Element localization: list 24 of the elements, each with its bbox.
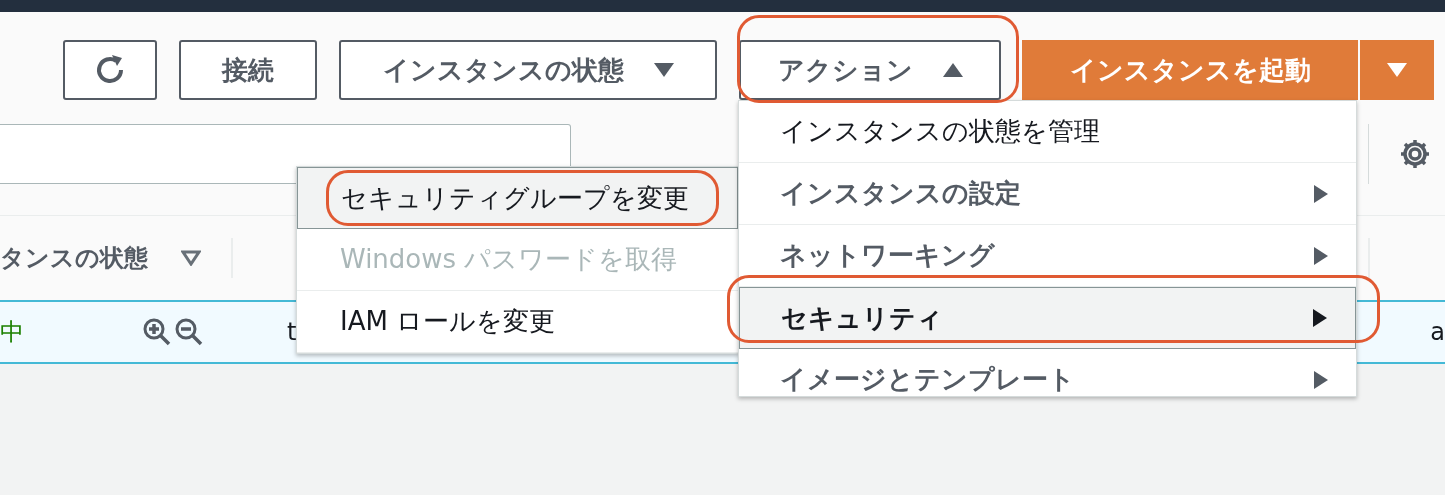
- caret-icon: [1314, 184, 1328, 203]
- caret-icon: [1387, 63, 1407, 77]
- connect-button[interactable]: 接続: [179, 40, 317, 100]
- table-cell: t: [287, 318, 297, 346]
- caret-icon: [1314, 246, 1328, 265]
- table-cell: a: [1430, 318, 1445, 346]
- caret-icon: [942, 63, 963, 77]
- caret-icon: [1313, 309, 1327, 327]
- status-text: 中: [0, 317, 24, 348]
- zoom-out-icon: [174, 317, 204, 347]
- menu-item[interactable]: インスタンスの設定: [739, 163, 1356, 225]
- menu-item[interactable]: インスタンスの状態を管理: [739, 101, 1356, 163]
- menu-item[interactable]: セキュリティ: [739, 287, 1356, 349]
- caret-icon: [653, 63, 674, 77]
- settings-icon: [1399, 138, 1431, 170]
- caret-icon: [1314, 370, 1328, 389]
- menu-item[interactable]: イメージとテンプレート: [739, 349, 1356, 396]
- menu-item[interactable]: セキュリティグループを変更: [297, 167, 738, 229]
- actions-dropdown[interactable]: アクション: [739, 40, 1001, 100]
- column-header: タンスの状態: [0, 243, 148, 274]
- zoom-in-icon: [142, 317, 172, 347]
- instance-state-dropdown[interactable]: インスタンスの状態: [339, 40, 717, 100]
- refresh-button[interactable]: [63, 40, 157, 100]
- launch-options-button[interactable]: [1360, 40, 1434, 100]
